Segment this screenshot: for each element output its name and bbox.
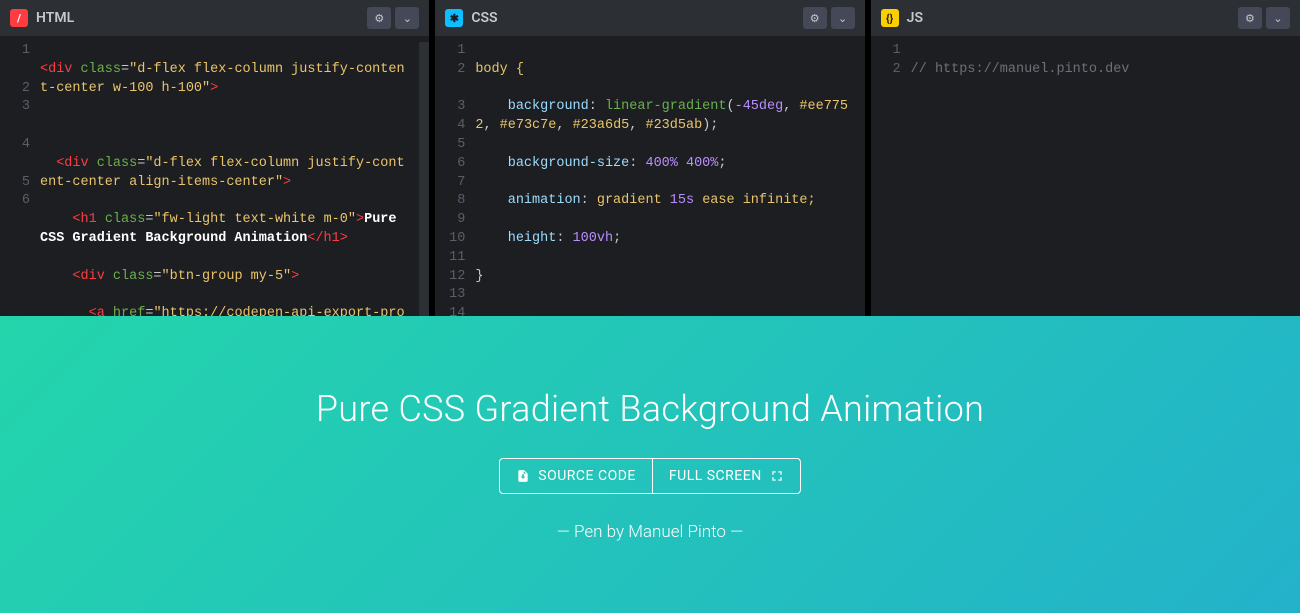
fullscreen-label: FULL SCREEN bbox=[669, 468, 762, 484]
css-label: CSS bbox=[471, 10, 497, 26]
js-header: {} JS ⚙ ⌄ bbox=[871, 0, 1300, 36]
file-download-icon bbox=[516, 469, 530, 483]
css-title: ✱ CSS bbox=[445, 9, 497, 27]
html-code[interactable]: <div class="d-flex flex-column justify-c… bbox=[40, 42, 419, 316]
preview-pane: Pure CSS Gradient Background Animation S… bbox=[0, 316, 1300, 613]
html-controls: ⚙ ⌄ bbox=[367, 7, 419, 29]
css-code[interactable]: body { background: linear-gradient(-45de… bbox=[475, 42, 864, 316]
html-gutter: 1 2 3 4 5 6 bbox=[0, 42, 40, 316]
gear-icon[interactable]: ⚙ bbox=[1238, 7, 1262, 29]
js-title: {} JS bbox=[881, 9, 923, 27]
js-label: JS bbox=[907, 10, 923, 26]
html-title: / HTML bbox=[10, 9, 74, 27]
gear-icon[interactable]: ⚙ bbox=[803, 7, 827, 29]
css-editor[interactable]: 1 2 3 4 5 6 7 8 9 10 11 12 13 14 body { … bbox=[435, 36, 864, 316]
source-code-label: SOURCE CODE bbox=[538, 468, 636, 484]
css-icon: ✱ bbox=[445, 9, 463, 27]
js-panel: {} JS ⚙ ⌄ 1 2 // https://manuel.pinto.de… bbox=[871, 0, 1300, 316]
css-gutter: 1 2 3 4 5 6 7 8 9 10 11 12 13 14 bbox=[435, 42, 475, 316]
js-controls: ⚙ ⌄ bbox=[1238, 7, 1290, 29]
button-group: SOURCE CODE FULL SCREEN bbox=[499, 458, 800, 494]
fullscreen-button[interactable]: FULL SCREEN bbox=[652, 459, 800, 493]
preview-title: Pure CSS Gradient Background Animation bbox=[316, 388, 984, 430]
source-code-button[interactable]: SOURCE CODE bbox=[500, 459, 652, 493]
html-label: HTML bbox=[36, 10, 74, 26]
js-gutter: 1 2 bbox=[871, 42, 911, 316]
html-icon: / bbox=[10, 9, 28, 27]
js-editor[interactable]: 1 2 // https://manuel.pinto.dev bbox=[871, 36, 1300, 316]
pen-author: — Pen by Manuel Pinto — bbox=[557, 522, 743, 542]
gear-icon[interactable]: ⚙ bbox=[367, 7, 391, 29]
css-panel: ✱ CSS ⚙ ⌄ 1 2 3 4 5 6 7 8 9 10 11 12 bbox=[435, 0, 864, 316]
js-icon: {} bbox=[881, 9, 899, 27]
css-controls: ⚙ ⌄ bbox=[803, 7, 855, 29]
chevron-down-icon[interactable]: ⌄ bbox=[1266, 7, 1290, 29]
editor-panels: / HTML ⚙ ⌄ 1 2 3 4 5 6 <div class="d-fle… bbox=[0, 0, 1300, 316]
html-header: / HTML ⚙ ⌄ bbox=[0, 0, 429, 36]
css-header: ✱ CSS ⚙ ⌄ bbox=[435, 0, 864, 36]
html-scrollbar[interactable] bbox=[419, 42, 429, 316]
expand-icon bbox=[770, 469, 784, 483]
html-panel: / HTML ⚙ ⌄ 1 2 3 4 5 6 <div class="d-fle… bbox=[0, 0, 429, 316]
chevron-down-icon[interactable]: ⌄ bbox=[831, 7, 855, 29]
chevron-down-icon[interactable]: ⌄ bbox=[395, 7, 419, 29]
html-editor[interactable]: 1 2 3 4 5 6 <div class="d-flex flex-colu… bbox=[0, 36, 429, 316]
js-code[interactable]: // https://manuel.pinto.dev bbox=[911, 42, 1300, 316]
